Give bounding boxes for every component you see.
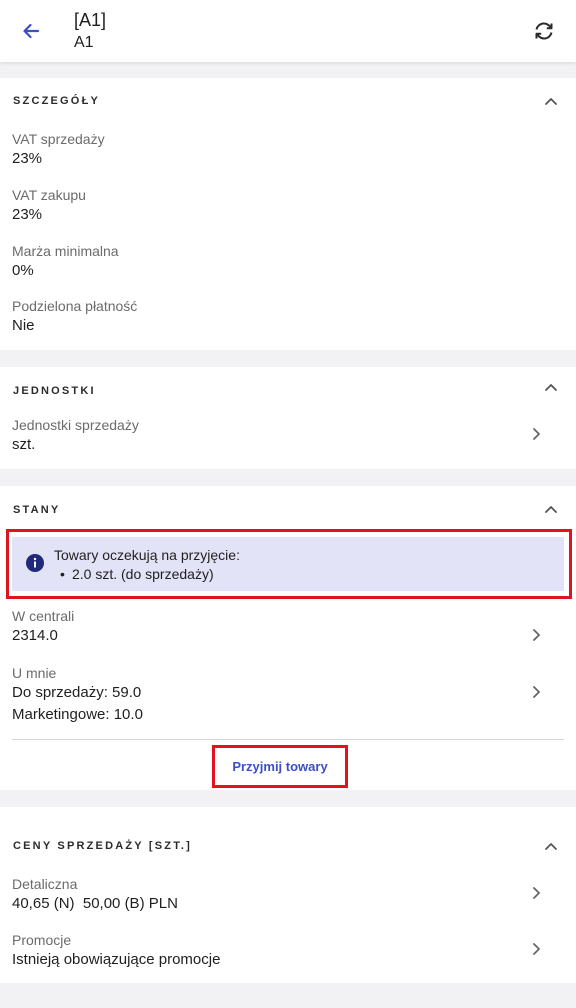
retail-price-value: 40,65 (N) 50,00 (B) PLN xyxy=(12,895,178,912)
vat-purchase-label: VAT zakupu xyxy=(12,187,86,203)
retail-price-label: Detaliczna xyxy=(12,876,78,892)
chevron-up-icon[interactable] xyxy=(542,500,560,518)
chevron-right-icon[interactable] xyxy=(528,941,544,957)
sale-units-value: szt. xyxy=(12,436,36,453)
min-margin-value: 0% xyxy=(12,262,34,279)
notice-bullet: • xyxy=(60,566,65,582)
notice-title: Towary oczekują na przyjęcie: xyxy=(54,547,240,563)
vat-purchase-value: 23% xyxy=(12,206,43,223)
units-section-title: JEDNOSTKI xyxy=(13,385,96,397)
chevron-right-icon[interactable] xyxy=(528,885,544,901)
hq-stock-label: W centrali xyxy=(12,608,75,624)
promotions-value: Istnieją obowiązujące promocje xyxy=(12,951,221,968)
sale-units-label: Jednostki sprzedaży xyxy=(12,417,139,433)
app-bar: [A1] A1 xyxy=(0,0,576,62)
info-icon xyxy=(26,554,44,572)
split-payment-value: Nie xyxy=(12,317,35,334)
my-stock-sale: Do sprzedaży: 59.0 xyxy=(12,684,142,701)
sync-button[interactable] xyxy=(530,17,558,45)
my-stock-marketing: Marketingowe: 10.0 xyxy=(12,706,143,723)
accept-goods-button[interactable]: Przyjmij towary xyxy=(215,748,345,785)
details-section-title: SZCZEGÓŁY xyxy=(13,95,101,107)
chevron-right-icon[interactable] xyxy=(528,627,544,643)
notice-item: 2.0 szt. (do sprzedaży) xyxy=(72,566,214,582)
chevron-up-icon[interactable] xyxy=(542,378,560,396)
chevron-up-icon[interactable] xyxy=(542,92,560,110)
promotions-label: Promocje xyxy=(12,932,72,948)
min-margin-label: Marża minimalna xyxy=(12,243,119,259)
hq-stock-value: 2314.0 xyxy=(12,627,58,644)
prices-section-title: CENY SPRZEDAŻY [SZT.] xyxy=(13,840,193,852)
page-title: [A1] xyxy=(74,10,107,30)
arrow-left-icon xyxy=(23,23,40,39)
my-stock-label: U mnie xyxy=(12,665,57,681)
vat-sale-value: 23% xyxy=(12,150,43,167)
page-subtitle: A1 xyxy=(74,34,94,51)
pending-goods-notice xyxy=(12,537,564,591)
sync-icon xyxy=(535,22,553,40)
chevron-right-icon[interactable] xyxy=(528,426,544,442)
stock-section-title: STANY xyxy=(13,504,61,516)
chevron-right-icon[interactable] xyxy=(528,684,544,700)
split-payment-label: Podzielona płatność xyxy=(12,298,138,314)
chevron-up-icon[interactable] xyxy=(542,837,560,855)
back-button[interactable] xyxy=(16,16,46,46)
divider xyxy=(12,739,564,740)
vat-sale-label: VAT sprzedaży xyxy=(12,131,105,147)
